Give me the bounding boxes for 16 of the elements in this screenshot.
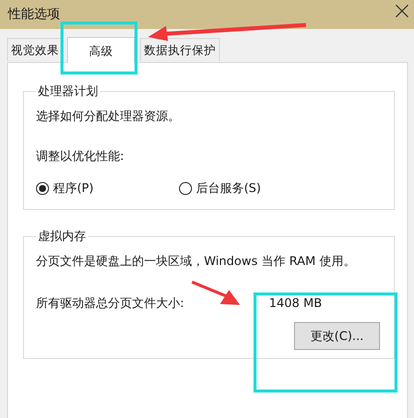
close-icon[interactable] <box>394 3 410 19</box>
window-title: 性能选项 <box>8 6 60 24</box>
description-text: 选择如何分配处理器资源。 <box>36 108 181 125</box>
group-title: 虚拟内存 <box>37 228 87 244</box>
group-title: 处理器计划 <box>37 83 99 99</box>
radio-button[interactable]: 后台服务(S) <box>179 179 261 197</box>
tab[interactable]: 高级 <box>67 37 135 63</box>
change-button[interactable]: 更改(C)... <box>294 322 380 350</box>
tab[interactable]: 数据执行保护 <box>140 38 220 61</box>
total-size-label: 所有驱动器总分页文件大小: <box>36 295 186 312</box>
radio-button[interactable]: 程序(P) <box>36 179 179 197</box>
prompt-text: 调整以优化性能: <box>36 148 126 165</box>
tab[interactable]: 视觉效果 <box>7 38 63 61</box>
annotation-arrow <box>191 280 240 305</box>
description-text: 分页文件是硬盘上的一块区域，Windows 当作 RAM 使用。 <box>36 253 356 270</box>
total-size-value: 1408 MB <box>269 295 322 312</box>
